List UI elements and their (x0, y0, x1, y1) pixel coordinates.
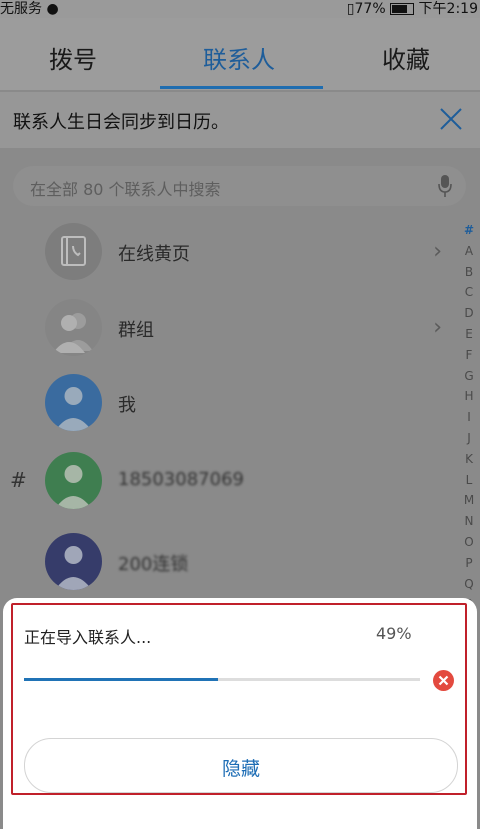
sim-icon: ▯ (346, 1, 355, 17)
birthday-sync-banner: 联系人生日会同步到日历。 (0, 92, 480, 148)
index-letter[interactable]: K (461, 449, 477, 470)
index-letter[interactable]: D (461, 303, 477, 324)
tab-contacts[interactable]: 联系人 (203, 40, 275, 75)
alphabet-index[interactable]: #ABCDEFGHIJKLMNOPQR (461, 220, 477, 615)
person-icon (45, 374, 102, 431)
hide-button[interactable]: 隐藏 (24, 738, 458, 793)
index-letter[interactable]: O (461, 532, 477, 553)
microphone-icon[interactable] (438, 175, 452, 197)
index-letter[interactable]: C (461, 282, 477, 303)
contact-name: 在线黄页 (118, 244, 190, 265)
index-letter[interactable]: I (461, 407, 477, 428)
carrier-status: 无服务 ● (0, 1, 59, 17)
list-item[interactable]: 18503087069 (0, 446, 460, 518)
index-letter[interactable]: L (461, 470, 477, 491)
index-letter[interactable]: J (461, 428, 477, 449)
list-item[interactable]: 在线黄页 › (0, 217, 460, 289)
progress-bar (24, 678, 420, 681)
close-icon[interactable] (437, 105, 465, 133)
contact-name: 我 (118, 395, 136, 416)
index-letter[interactable]: M (461, 490, 477, 511)
progress-fill (24, 678, 219, 681)
index-letter[interactable]: N (461, 511, 477, 532)
contact-name: 200连锁 (118, 554, 189, 575)
person-icon (45, 533, 102, 590)
tab-bar: 拨号 联系人 收藏 (0, 18, 480, 90)
status-right: ▯77% 下午2:19 (347, 0, 478, 18)
search-bar[interactable]: 在全部 80 个联系人中搜索 (13, 166, 466, 206)
battery-icon (390, 3, 415, 15)
tab-favorites[interactable]: 收藏 (382, 40, 430, 75)
close-icon (438, 675, 449, 686)
person-icon (45, 452, 102, 509)
index-letter[interactable]: H (461, 386, 477, 407)
index-letter[interactable]: E (461, 324, 477, 345)
index-letter[interactable]: G (461, 366, 477, 387)
clock: 下午2:19 (418, 1, 478, 17)
chevron-right-icon: › (433, 315, 442, 340)
hide-button-label: 隐藏 (221, 758, 260, 780)
contact-name: 18503087069 (118, 469, 244, 490)
group-icon (45, 299, 102, 356)
person-icon: ● (46, 1, 59, 17)
contact-name: 群组 (118, 320, 154, 341)
active-tab-indicator (160, 86, 323, 89)
index-letter[interactable]: A (461, 241, 477, 262)
battery-percent: 77% (354, 1, 386, 17)
index-letter[interactable]: # (461, 220, 477, 241)
status-bar: 无服务 ● ▯77% 下午2:19 (0, 0, 480, 18)
index-letter[interactable]: B (461, 262, 477, 283)
import-percent: 49% (376, 624, 412, 643)
import-status-text: 正在导入联系人... (24, 628, 152, 647)
search-input[interactable]: 在全部 80 个联系人中搜索 (30, 176, 221, 200)
index-letter[interactable]: Q (461, 574, 477, 595)
list-item[interactable]: 我 (0, 368, 460, 440)
list-item[interactable]: 200连锁 (0, 527, 460, 599)
index-letter[interactable]: P (461, 553, 477, 574)
list-item[interactable]: 群组 › (0, 293, 460, 365)
banner-text: 联系人生日会同步到日历。 (13, 112, 229, 133)
yellow-pages-icon (45, 223, 102, 280)
index-letter[interactable]: F (461, 345, 477, 366)
cancel-import-button[interactable] (433, 670, 454, 691)
chevron-right-icon: › (433, 239, 442, 264)
tab-dialer[interactable]: 拨号 (49, 40, 97, 75)
